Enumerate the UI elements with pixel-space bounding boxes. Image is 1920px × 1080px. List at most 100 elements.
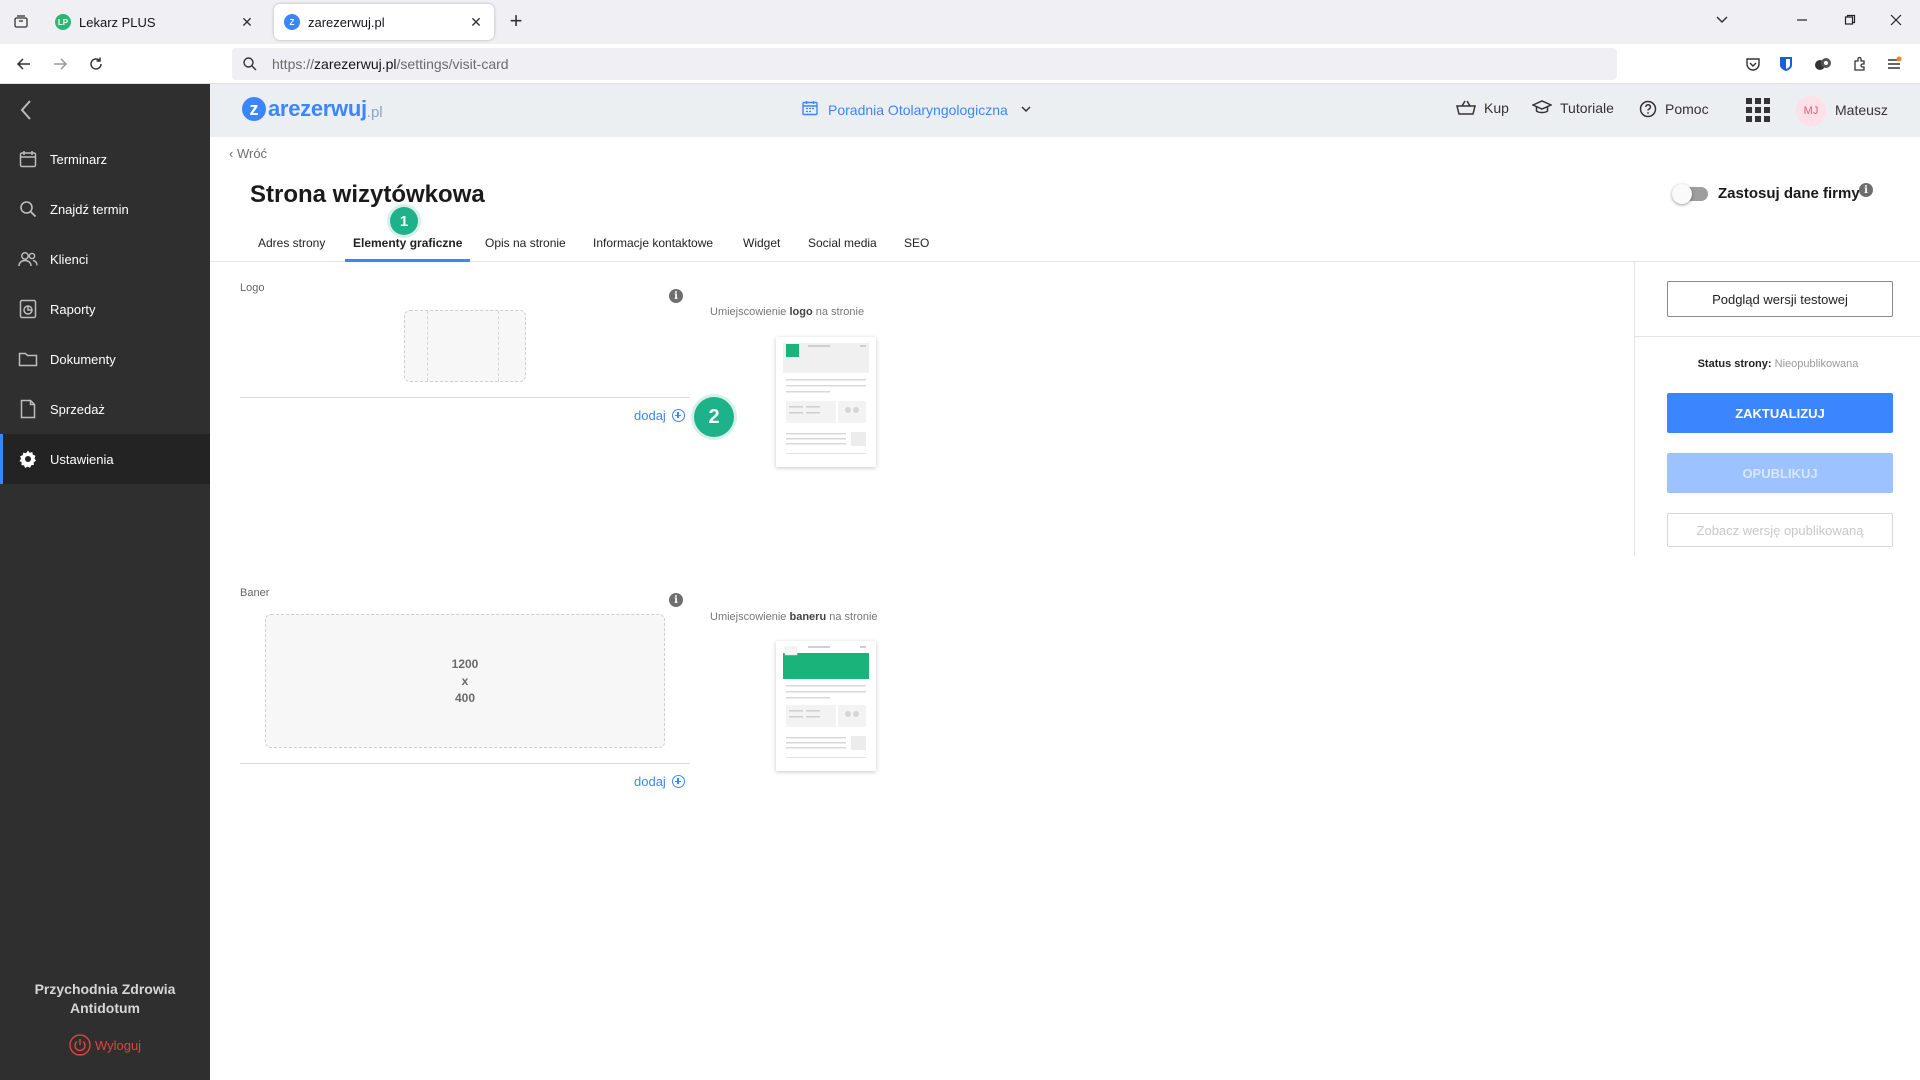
basket-icon	[1456, 100, 1476, 116]
sidebar-item-ustawienia[interactable]: Ustawienia	[0, 434, 210, 484]
preview-test-version-button[interactable]: Podgląd wersji testowej	[1667, 281, 1893, 317]
new-tab-icon[interactable]: +	[504, 10, 528, 34]
logo-placement-caption: Umiejscowienie logo na stronie	[710, 306, 864, 318]
sidebar-item-dokumenty[interactable]: Dokumenty	[0, 334, 210, 384]
tab-social-media[interactable]: Social media	[800, 228, 885, 262]
tab-widget[interactable]: Widget	[735, 228, 788, 262]
banner-placeholder: 1200 x 400	[265, 614, 665, 748]
organization-name-line1: Przychodnia Zdrowia	[34, 981, 176, 997]
app-header: z arezerwuj .pl Poradnia Otolaryngologic…	[210, 84, 1920, 137]
tab-list-icon[interactable]	[10, 11, 32, 33]
add-logo-label: dodaj	[634, 408, 666, 423]
settings-tabs: Adres strony Elementy graficzne Opis na …	[210, 228, 1920, 262]
back-arrow-icon[interactable]	[12, 52, 36, 76]
back-link[interactable]: ‹ Wróć	[229, 146, 267, 161]
banner-placement-preview	[776, 641, 876, 771]
logout-label: Wyloguj	[94, 1037, 142, 1053]
calendar-icon	[18, 149, 38, 169]
buy-link[interactable]: Kup	[1456, 100, 1509, 116]
toggle-label: Zastosuj dane firmy	[1718, 185, 1860, 202]
url-host: zarezerwuj.pl	[314, 56, 397, 72]
page-status: Status strony: Nieopublikowana	[1635, 358, 1920, 370]
caption-text: Umiejscowienie	[710, 611, 787, 623]
logo-z-mark: z	[242, 97, 266, 121]
extension-circles-icon[interactable]	[1813, 54, 1833, 74]
help-circle-icon	[1639, 100, 1657, 118]
close-tab-icon[interactable]: ✕	[239, 14, 255, 31]
forward-arrow-icon[interactable]	[48, 52, 72, 76]
tab-overflow-chevron-icon[interactable]	[1710, 10, 1734, 34]
url-scheme: https://	[272, 56, 315, 72]
address-bar[interactable]: https://zarezerwuj.pl/settings/visit-car…	[232, 48, 1617, 80]
search-icon	[242, 56, 258, 72]
tutorials-link[interactable]: Tutoriale	[1532, 100, 1614, 116]
tab-seo[interactable]: SEO	[896, 228, 937, 262]
extensions-puzzle-icon[interactable]	[1850, 54, 1870, 74]
add-logo-button[interactable]: dodaj	[634, 408, 685, 423]
browser-tab-lekarz[interactable]: LP Lekarz PLUS ✕	[45, 4, 265, 40]
sidebar-item-label: Znajdź termin	[50, 201, 129, 217]
banner-height: 400	[454, 690, 475, 705]
plus-circle-icon	[671, 775, 685, 788]
clinic-name: Poradnia Otolaryngologiczna	[828, 101, 1008, 118]
calendar-icon	[802, 100, 818, 119]
report-icon	[18, 299, 38, 319]
collapse-sidebar-icon[interactable]	[18, 98, 38, 124]
view-published-button[interactable]: Zobacz wersję opublikowaną	[1667, 513, 1893, 547]
pocket-icon[interactable]	[1743, 54, 1763, 74]
banner-section-label: Baner	[240, 587, 270, 599]
sidebar-item-label: Dokumenty	[50, 351, 116, 367]
sidebar-item-klienci[interactable]: Klienci	[0, 234, 210, 284]
add-banner-label: dodaj	[634, 774, 666, 789]
bitwarden-icon[interactable]	[1776, 54, 1796, 74]
avatar[interactable]: MJ	[1796, 96, 1826, 126]
zarezerwuj-favicon-icon: Z	[284, 14, 300, 30]
caption-text: na stronie	[829, 611, 878, 623]
help-link[interactable]: Pomoc	[1639, 100, 1709, 118]
info-icon[interactable]: i	[669, 593, 683, 607]
close-tab-icon[interactable]: ✕	[468, 14, 484, 31]
browser-nav-bar: https://zarezerwuj.pl/settings/visit-car…	[0, 44, 1920, 84]
tab-opis-na-stronie[interactable]: Opis na stronie	[477, 228, 574, 262]
status-badge: Nieopublikowana	[1774, 358, 1859, 370]
info-icon[interactable]: i	[1859, 183, 1873, 197]
logout-button[interactable]: Wyloguj	[0, 1034, 210, 1056]
caption-text: Umiejscowienie	[710, 306, 787, 318]
page-title: Strona wizytówkowa	[250, 181, 485, 208]
sidebar-item-terminarz[interactable]: Terminarz	[0, 134, 210, 184]
sidebar-item-znajdz-termin[interactable]: Znajdź termin	[0, 184, 210, 234]
apps-grid-icon[interactable]	[1746, 98, 1770, 122]
user-name[interactable]: Mateusz	[1835, 102, 1888, 118]
info-icon[interactable]: i	[669, 289, 683, 303]
restore-icon[interactable]	[1838, 10, 1862, 34]
close-window-icon[interactable]	[1884, 10, 1908, 34]
sidebar-item-label: Ustawienia	[50, 451, 114, 467]
toggle-switch[interactable]	[1672, 183, 1708, 204]
apply-company-data-toggle[interactable]: Zastosuj dane firmy	[1672, 183, 1860, 204]
logo-placement-preview	[776, 337, 876, 467]
reload-icon[interactable]	[84, 52, 108, 76]
banner-size-separator: x	[461, 673, 469, 688]
browser-tab-zarezerwuj[interactable]: Z zarezerwuj.pl ✕	[274, 4, 494, 40]
minimize-icon[interactable]	[1790, 10, 1814, 34]
folder-icon	[18, 349, 38, 369]
zarezerwuj-logo[interactable]: z arezerwuj .pl	[242, 96, 383, 122]
add-banner-button[interactable]: dodaj	[634, 774, 685, 789]
logo-name: arezerwuj	[268, 96, 367, 121]
sidebar-item-raporty[interactable]: Raporty	[0, 284, 210, 334]
sidebar-item-sprzedaz[interactable]: Sprzedaż	[0, 384, 210, 434]
clinic-selector[interactable]: Poradnia Otolaryngologiczna	[802, 100, 1032, 119]
caption-bold: logo	[789, 306, 813, 318]
publish-button[interactable]: OPUBLIKUJ	[1667, 453, 1893, 493]
banner-divider	[240, 763, 690, 764]
banner-placement-caption: Umiejscowienie baneru na stronie	[710, 611, 878, 623]
step-badge-1: 1	[390, 207, 418, 235]
update-button[interactable]: ZAKTUALIZUJ	[1667, 393, 1893, 433]
help-label: Pomoc	[1665, 101, 1709, 117]
tab-adres-strony[interactable]: Adres strony	[250, 228, 333, 262]
menu-icon[interactable]	[1884, 54, 1904, 74]
power-icon	[69, 1034, 91, 1056]
organization-name-line2: Antidotum	[70, 1000, 140, 1016]
tab-informacje-kontaktowe[interactable]: Informacje kontaktowe	[585, 228, 721, 262]
tab-title: zarezerwuj.pl	[308, 14, 385, 30]
